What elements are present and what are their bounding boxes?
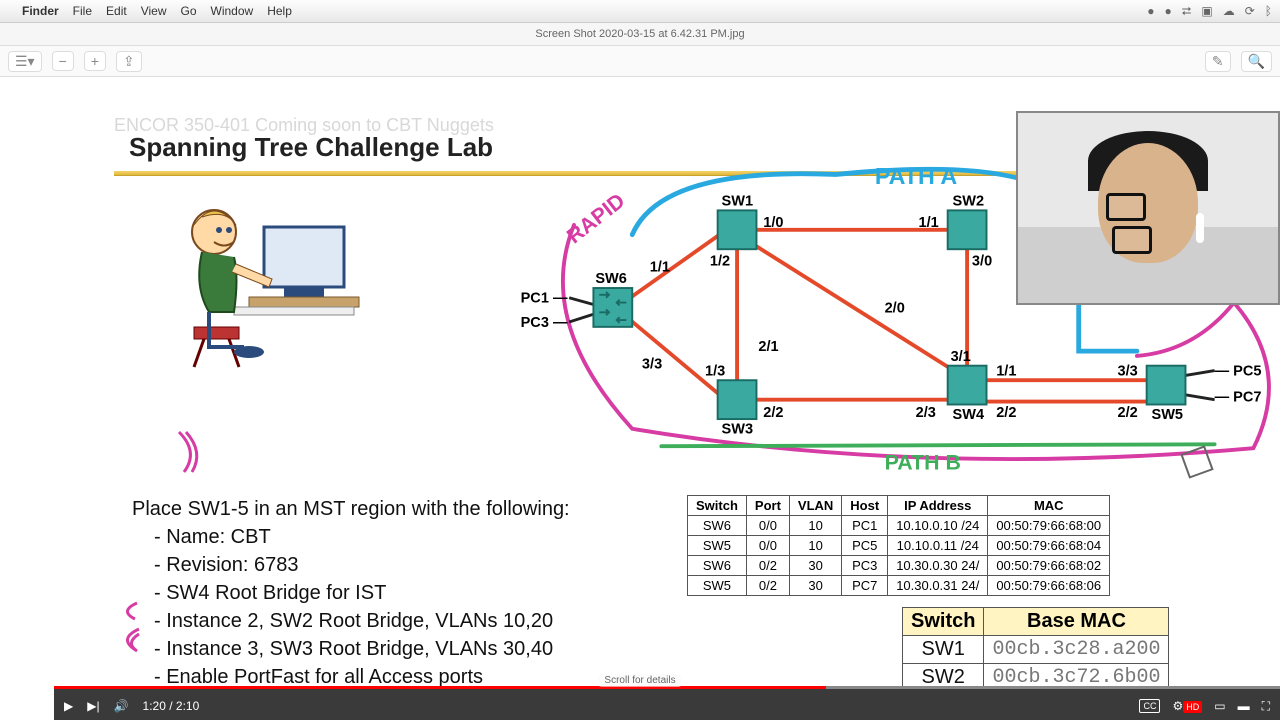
sidebar-toggle-button[interactable]: ☰▾ bbox=[8, 51, 42, 72]
instr-line: - SW4 Root Bridge for IST bbox=[132, 579, 570, 607]
path-b-label: PATH B bbox=[885, 451, 961, 475]
table-row: SW60/010PC110.10.0.10 /2400:50:79:66:68:… bbox=[688, 516, 1110, 536]
menubar-item[interactable]: Help bbox=[267, 4, 292, 18]
th: IP Address bbox=[888, 496, 988, 516]
svg-text:SW6: SW6 bbox=[595, 271, 627, 287]
th: Switch bbox=[903, 608, 984, 636]
th: VLAN bbox=[789, 496, 841, 516]
search-button[interactable]: 🔍 bbox=[1241, 51, 1272, 72]
menubar-item[interactable]: Window bbox=[211, 4, 254, 18]
macos-menubar[interactable]: Finder File Edit View Go Window Help ● ●… bbox=[0, 0, 1280, 23]
cloud-icon[interactable]: ☁ bbox=[1223, 4, 1235, 19]
status-dot-icon: ● bbox=[1147, 4, 1154, 19]
svg-text:2/0: 2/0 bbox=[885, 300, 905, 316]
switch-sw5: SW5 bbox=[1147, 366, 1186, 423]
switch-sw2: SW2 bbox=[948, 194, 987, 250]
video-frame: ENCOR 350-401 Coming soon to CBT Nuggets… bbox=[0, 77, 1280, 720]
display-icon[interactable]: ▣ bbox=[1201, 4, 1212, 19]
status-dot-icon: ● bbox=[1165, 4, 1172, 19]
zoom-out-button[interactable]: − bbox=[52, 51, 74, 71]
instr-line: - Revision: 6783 bbox=[132, 551, 570, 579]
switch-sw1: SW1 bbox=[718, 194, 757, 250]
table-row: SW60/230PC310.30.0.30 24/00:50:79:66:68:… bbox=[688, 556, 1110, 576]
th: Port bbox=[746, 496, 789, 516]
svg-text:1/1: 1/1 bbox=[996, 363, 1016, 379]
svg-text:3/3: 3/3 bbox=[1118, 363, 1138, 379]
path-a-label: PATH A bbox=[875, 163, 958, 189]
pc5-label: — PC5 bbox=[1215, 363, 1262, 379]
svg-text:2/2: 2/2 bbox=[763, 405, 783, 421]
menubar-item[interactable]: File bbox=[73, 4, 92, 18]
next-button[interactable]: ▶| bbox=[87, 699, 99, 713]
host-table: Switch Port VLAN Host IP Address MAC SW6… bbox=[687, 495, 1110, 596]
instr-head: Place SW1-5 in an MST region with the fo… bbox=[132, 495, 570, 523]
svg-text:1/0: 1/0 bbox=[763, 215, 783, 231]
svg-text:SW1: SW1 bbox=[722, 194, 754, 210]
svg-text:3/1: 3/1 bbox=[951, 349, 971, 365]
pc1-label: PC1 — bbox=[521, 291, 568, 307]
rapid-label: RAPID bbox=[562, 188, 629, 248]
cartoon-illustration bbox=[154, 187, 374, 377]
svg-text:1/1: 1/1 bbox=[919, 215, 939, 231]
svg-text:1/2: 1/2 bbox=[710, 254, 730, 270]
instr-line: - Instance 2, SW2 Root Bridge, VLANs 10,… bbox=[132, 607, 570, 635]
switch-sw3: SW3 bbox=[718, 380, 757, 437]
th: Base MAC bbox=[984, 608, 1169, 636]
th: Host bbox=[842, 496, 888, 516]
svg-text:SW2: SW2 bbox=[953, 194, 985, 210]
annotation-mark-icon bbox=[174, 427, 214, 477]
menubar-item[interactable]: Go bbox=[181, 4, 197, 18]
time-display: 1:20 / 2:10 bbox=[143, 699, 200, 713]
svg-text:2/1: 2/1 bbox=[758, 339, 778, 355]
cc-button[interactable]: CC bbox=[1139, 699, 1160, 713]
switch-sw4: SW4 bbox=[948, 366, 987, 423]
menubar-item[interactable]: Edit bbox=[106, 4, 127, 18]
menubar-app[interactable]: Finder bbox=[22, 4, 59, 18]
video-controls: ▶ ▶| 🔊 1:20 / 2:10 CC ⚙HD ▭ ▬ ⛶ bbox=[54, 689, 1280, 720]
wifi-icon[interactable]: ⮂ bbox=[1182, 4, 1192, 19]
instr-line: - Instance 3, SW3 Root Bridge, VLANs 30,… bbox=[132, 635, 570, 663]
sync-icon[interactable]: ⟳ bbox=[1245, 4, 1255, 19]
zoom-in-button[interactable]: + bbox=[84, 51, 106, 71]
markup-button[interactable]: ✎ bbox=[1205, 51, 1231, 72]
play-button[interactable]: ▶ bbox=[64, 699, 73, 713]
table-row: SW50/010PC510.10.0.11 /2400:50:79:66:68:… bbox=[688, 536, 1110, 556]
svg-text:SW5: SW5 bbox=[1152, 407, 1184, 423]
table-row: SW50/230PC710.30.0.31 24/00:50:79:66:68:… bbox=[688, 576, 1110, 596]
scroll-hint: Scroll for details bbox=[598, 674, 681, 687]
fullscreen-button[interactable]: ⛶ bbox=[1262, 699, 1270, 714]
svg-text:1/1: 1/1 bbox=[650, 260, 670, 276]
slide-title: Spanning Tree Challenge Lab bbox=[129, 132, 493, 163]
preview-toolbar: ☰▾ − + ⇪ ✎ 🔍 bbox=[0, 46, 1280, 77]
volume-button[interactable]: 🔊 bbox=[114, 699, 129, 713]
svg-text:SW4: SW4 bbox=[953, 407, 985, 423]
svg-text:1/3: 1/3 bbox=[705, 363, 725, 379]
svg-text:3/0: 3/0 bbox=[972, 254, 992, 270]
th: Switch bbox=[688, 496, 747, 516]
window-titlebar[interactable]: Screen Shot 2020-03-15 at 6.42.31 PM.jpg bbox=[0, 23, 1280, 46]
svg-text:2/2: 2/2 bbox=[1118, 405, 1138, 421]
theater-button[interactable]: ▬ bbox=[1238, 699, 1250, 713]
menubar-item[interactable]: View bbox=[141, 4, 167, 18]
svg-text:2/2: 2/2 bbox=[996, 405, 1016, 421]
bluetooth-icon[interactable]: ᛒ bbox=[1265, 4, 1272, 19]
window-title: Screen Shot 2020-03-15 at 6.42.31 PM.jpg bbox=[535, 28, 744, 40]
switch-sw6: SW6 bbox=[593, 271, 632, 327]
svg-text:SW3: SW3 bbox=[722, 422, 754, 438]
settings-gear-icon[interactable]: ⚙HD bbox=[1172, 699, 1202, 713]
svg-text:2/3: 2/3 bbox=[916, 405, 936, 421]
share-button[interactable]: ⇪ bbox=[116, 51, 142, 72]
miniplayer-button[interactable]: ▭ bbox=[1214, 699, 1225, 713]
th: MAC bbox=[988, 496, 1110, 516]
instr-line: - Name: CBT bbox=[132, 523, 570, 551]
table-row: SW100cb.3c28.a200 bbox=[903, 636, 1169, 664]
webcam-overlay bbox=[1016, 111, 1280, 305]
pc3-label: PC3 — bbox=[521, 315, 568, 331]
pc7-label: — PC7 bbox=[1215, 390, 1262, 406]
svg-text:3/3: 3/3 bbox=[642, 357, 662, 373]
